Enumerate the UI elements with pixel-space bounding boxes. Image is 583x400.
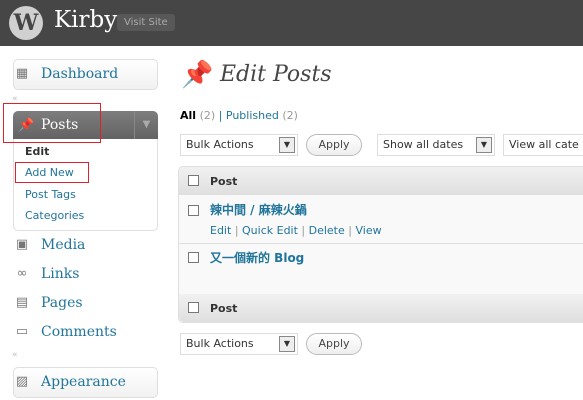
chevron-down-icon: ▼	[476, 137, 492, 153]
sidebar-item-pages[interactable]: ▤ Pages	[13, 290, 158, 318]
filter-published[interactable]: Published	[226, 109, 279, 122]
submenu-categories[interactable]: Categories	[25, 209, 84, 222]
row-checkbox[interactable]	[188, 252, 199, 263]
dashboard-icon: ▦	[15, 66, 29, 81]
row-actions: Edit | Quick Edit | Delete | View	[210, 224, 382, 237]
admin-header: W Kirby Visit Site	[0, 0, 583, 46]
bulk-actions-value: Bulk Actions	[186, 138, 254, 151]
category-filter-select[interactable]: View all cate	[503, 134, 583, 156]
apply-button-top[interactable]: Apply	[306, 134, 362, 156]
dates-filter-select[interactable]: Show all dates ▼	[377, 134, 495, 156]
bulk-actions-select-bottom[interactable]: Bulk Actions ▼	[180, 333, 298, 355]
post-title-link[interactable]: 又一個新的 Blog	[210, 249, 304, 266]
row-action-quick-edit[interactable]: Quick Edit	[242, 224, 298, 237]
category-filter-value: View all cate	[509, 138, 579, 151]
sidebar-item-links[interactable]: ∞ Links	[13, 261, 158, 289]
apply-button-bottom[interactable]: Apply	[306, 333, 362, 355]
table-footer: Post	[179, 294, 583, 322]
visit-site-button[interactable]: Visit Site	[117, 14, 175, 31]
sidebar-label-comments: Comments	[41, 324, 117, 340]
filter-separator: |	[218, 109, 223, 122]
column-footer-post[interactable]: Post	[210, 302, 237, 315]
row-action-view[interactable]: View	[355, 224, 381, 237]
select-all-checkbox[interactable]	[188, 175, 199, 186]
row-action-delete[interactable]: Delete	[309, 224, 345, 237]
row-action-edit[interactable]: Edit	[210, 224, 231, 237]
posts-submenu: Edit Add New Post Tags Categories	[13, 139, 158, 231]
table-header: Post	[179, 167, 583, 195]
dates-filter-value: Show all dates	[383, 138, 464, 151]
submenu-edit[interactable]: Edit	[25, 145, 49, 158]
comments-icon: ▭	[15, 324, 29, 339]
highlight-box-add-new	[15, 162, 89, 183]
column-header-post[interactable]: Post	[210, 175, 237, 188]
filter-all-count: (2)	[199, 109, 216, 122]
pushpin-icon: 📌	[181, 60, 214, 90]
site-title: Kirby	[54, 7, 118, 33]
filter-published-count: (2)	[282, 109, 298, 122]
menu-separator-icon[interactable]: «	[12, 350, 22, 360]
filter-all[interactable]: All	[180, 109, 196, 122]
sidebar-label-pages: Pages	[41, 295, 83, 311]
sidebar-item-appearance[interactable]: ▨ Appearance	[13, 369, 158, 397]
row-divider	[179, 243, 583, 244]
wordpress-logo-icon: W	[9, 6, 43, 40]
posts-table: Post 辣中間 / 麻辣火鍋 Edit | Quick Edit | Dele…	[178, 166, 583, 323]
submenu-post-tags[interactable]: Post Tags	[25, 188, 76, 201]
sidebar-label-media: Media	[41, 237, 86, 253]
posts-toggle-icon[interactable]: ▼	[134, 111, 158, 139]
sidebar-label-links: Links	[41, 266, 80, 282]
pages-icon: ▤	[15, 295, 29, 310]
sidebar-label-appearance: Appearance	[41, 374, 126, 390]
chevron-down-icon: ▼	[279, 336, 295, 352]
page-title: Edit Posts	[220, 62, 332, 87]
post-title-link[interactable]: 辣中間 / 麻辣火鍋	[210, 201, 307, 218]
appearance-icon: ▨	[15, 374, 29, 389]
links-icon: ∞	[16, 266, 28, 281]
post-status-filters: All (2) | Published (2)	[180, 109, 298, 122]
sidebar-label-dashboard: Dashboard	[41, 66, 119, 82]
bulk-actions-select-top[interactable]: Bulk Actions ▼	[180, 134, 298, 156]
highlight-box-posts	[3, 103, 101, 143]
select-all-checkbox-footer[interactable]	[188, 302, 199, 313]
sidebar-item-dashboard[interactable]: ▦ Dashboard	[13, 61, 158, 89]
chevron-down-icon: ▼	[279, 137, 295, 153]
row-checkbox[interactable]	[188, 205, 199, 216]
bulk-actions-value: Bulk Actions	[186, 337, 254, 350]
sidebar-item-comments[interactable]: ▭ Comments	[13, 319, 158, 347]
media-icon: ▣	[15, 237, 29, 252]
sidebar-item-media[interactable]: ▣ Media	[13, 232, 158, 260]
